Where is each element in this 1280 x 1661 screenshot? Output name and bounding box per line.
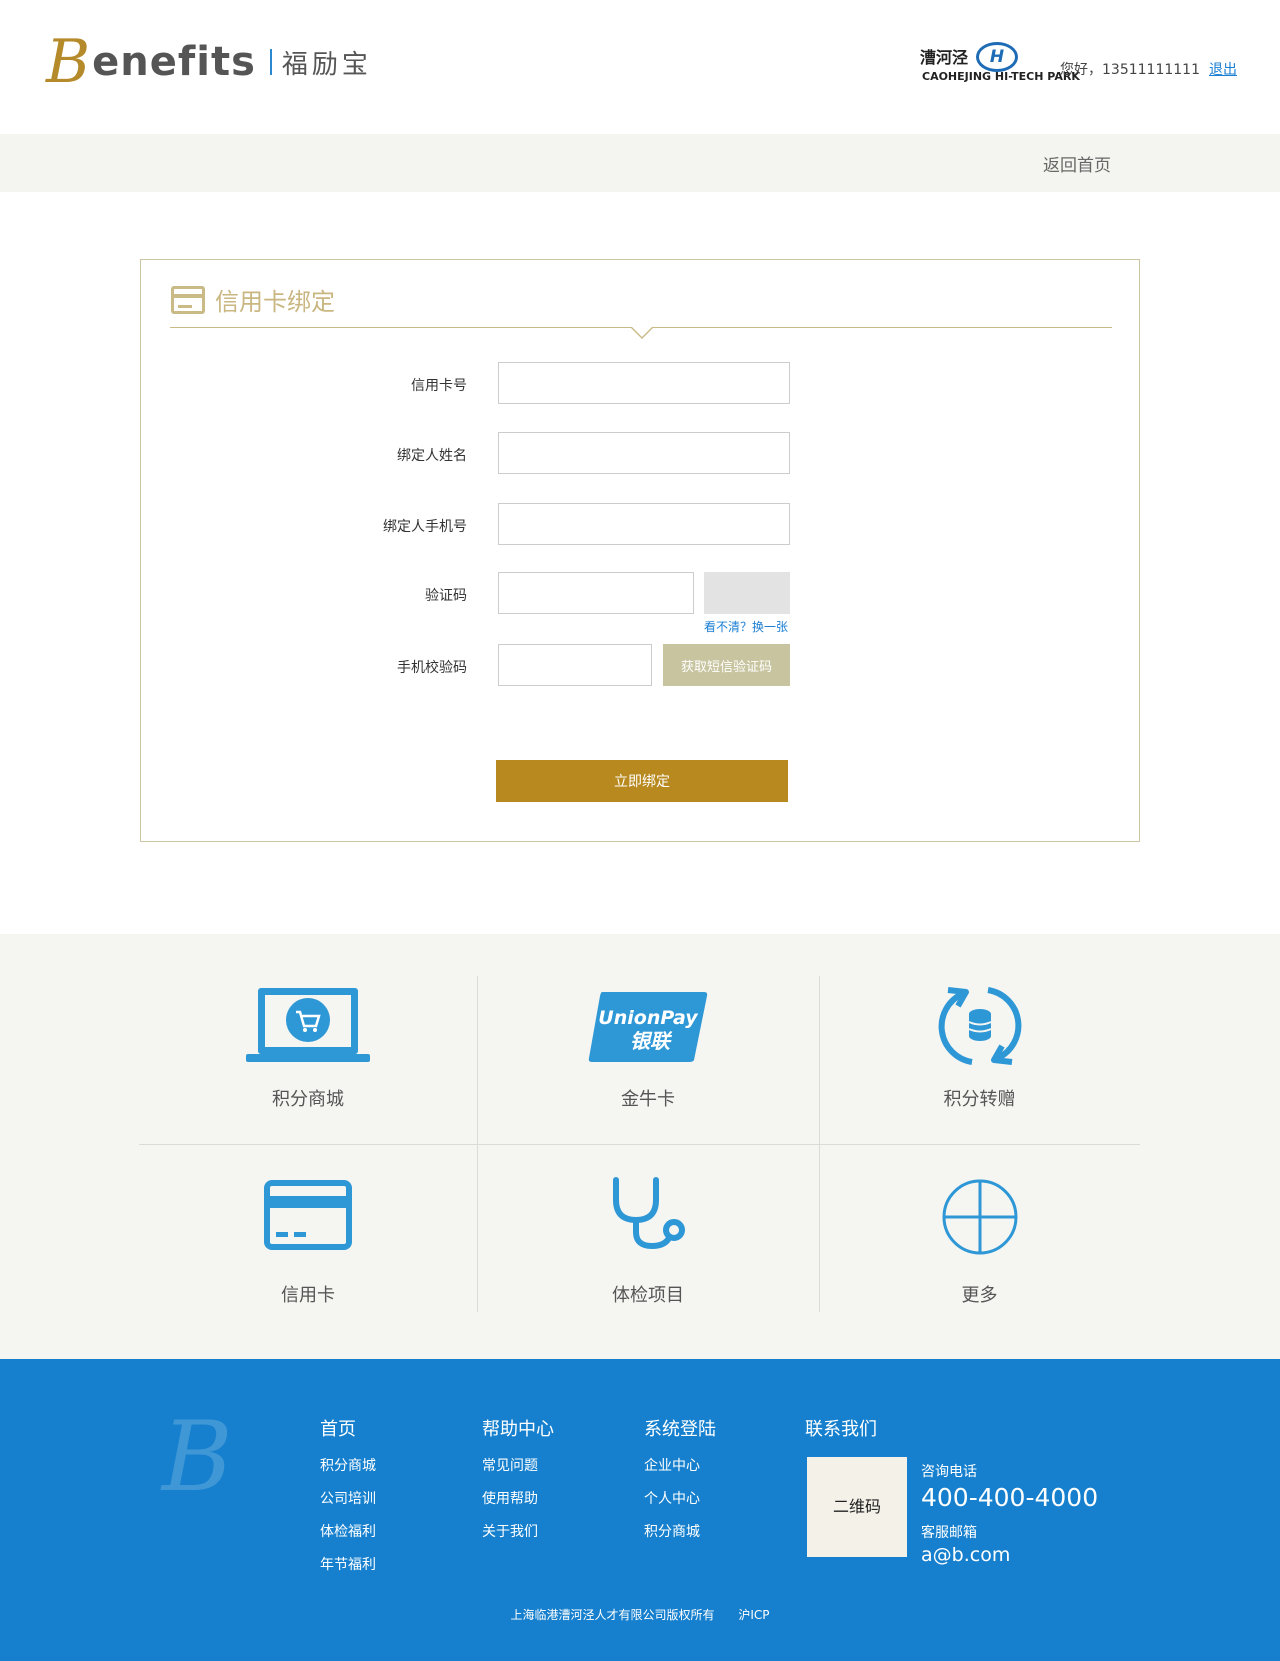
service-label: 积分转赠 (943, 1089, 1016, 1110)
sms-code-label: 手机校验码 (397, 660, 467, 676)
footer-column-home: 首页 积分商城 公司培训 体检福利 年节福利 (320, 1415, 376, 1587)
footer-column-login: 系统登陆 企业中心 个人中心 积分商城 (644, 1415, 716, 1554)
footer-column-title[interactable]: 帮助中心 (482, 1415, 554, 1441)
footer-link[interactable]: 年节福利 (320, 1554, 376, 1574)
logo-divider (269, 49, 272, 75)
footer-link[interactable]: 企业中心 (644, 1455, 716, 1475)
captcha-label: 验证码 (425, 588, 467, 604)
qr-code: 二维码 (807, 1457, 907, 1557)
footer-column-title[interactable]: 系统登陆 (644, 1415, 716, 1441)
email-label: 客服邮箱 (921, 1525, 977, 1541)
email-address: a@b.com (921, 1544, 1011, 1566)
footer-link[interactable]: 关于我们 (482, 1521, 554, 1541)
user-greeting: 您好，13511111111 (1060, 62, 1200, 78)
services-grid: 积分商城 UnionPay 银联 金牛卡 积分转赠 信用卡 体检项目 更多 (139, 976, 1140, 1312)
service-more[interactable]: 更多 (819, 1144, 1140, 1312)
get-sms-code-button[interactable]: 获取短信验证码 (663, 644, 790, 686)
service-credit-card[interactable]: 信用卡 (139, 1144, 477, 1312)
captcha-input[interactable] (498, 572, 694, 614)
captcha-refresh-link[interactable]: 看不清？换一张 (704, 618, 788, 635)
sms-code-input[interactable] (498, 644, 652, 686)
back-home-link[interactable]: 返回首页 (1043, 151, 1111, 176)
footer-column-title[interactable]: 联系我们 (805, 1415, 877, 1441)
site-header: B enefits 福励宝 漕河泾 H CAOHEJING HI-TECH PA… (0, 0, 1280, 134)
laptop-cart-icon (246, 988, 370, 1062)
footer-link[interactable]: 公司培训 (320, 1488, 376, 1508)
unionpay-icon: UnionPay 银联 (588, 992, 708, 1062)
credit-card-icon (264, 1180, 352, 1250)
service-health-check[interactable]: 体检项目 (477, 1144, 819, 1312)
logo-wordmark: enefits (92, 39, 256, 85)
service-label: 体检项目 (612, 1285, 684, 1306)
service-label: 更多 (961, 1285, 998, 1306)
footer-link[interactable]: 积分商城 (644, 1521, 716, 1541)
copyright-bar: 上海临港漕河泾人才有限公司版权所有 沪ICP (0, 1606, 1280, 1623)
panel-title: 信用卡绑定 (215, 288, 335, 316)
plus-circle-icon (942, 1179, 1017, 1255)
cardholder-phone-input[interactable] (498, 503, 790, 545)
service-points-mall[interactable]: 积分商城 (139, 976, 477, 1144)
logo-chinese-name: 福励宝 (281, 49, 372, 80)
service-label: 信用卡 (281, 1285, 335, 1306)
copyright-text: 上海临港漕河泾人才有限公司版权所有 (510, 1608, 715, 1622)
cardholder-phone-label: 绑定人手机号 (383, 519, 467, 535)
unionpay-text: UnionPay (598, 1007, 699, 1029)
footer-link[interactable]: 个人中心 (644, 1488, 716, 1508)
credit-card-icon (171, 285, 205, 314)
park-h-emblem-icon: H (976, 42, 1018, 72)
park-logo-english: CAOHEJING HI-TECH PARK (922, 70, 1080, 83)
footer-link[interactable]: 使用帮助 (482, 1488, 554, 1508)
phone-label: 咨询电话 (921, 1464, 977, 1480)
coins-transfer-icon (938, 987, 1021, 1065)
phone-number: 400-400-4000 (921, 1483, 1099, 1512)
footer-column-contact: 联系我们 (805, 1415, 877, 1455)
captcha-image[interactable] (704, 572, 790, 614)
sub-navigation-bar: 返回首页 (0, 134, 1280, 192)
card-number-input[interactable] (498, 362, 790, 404)
stethoscope-icon (613, 1177, 685, 1250)
panel-divider-notch (630, 326, 654, 339)
service-label: 金牛卡 (621, 1089, 675, 1110)
footer-link[interactable]: 体检福利 (320, 1521, 376, 1541)
footer-link[interactable]: 常见问题 (482, 1455, 554, 1475)
logo-b-mark: B (46, 27, 91, 97)
footer-logo-mark: B (162, 1401, 233, 1513)
site-footer: B 首页 积分商城 公司培训 体检福利 年节福利 帮助中心 常见问题 使用帮助 … (0, 1359, 1280, 1661)
benefits-logo[interactable]: B enefits 福励宝 (46, 27, 372, 97)
cardholder-name-label: 绑定人姓名 (397, 448, 467, 464)
credit-card-binding-panel: 信用卡绑定 信用卡号 绑定人姓名 绑定人手机号 验证码 看不清？换一张 手机校验… (140, 259, 1140, 842)
footer-column-help: 帮助中心 常见问题 使用帮助 关于我们 (482, 1415, 554, 1554)
cardholder-name-input[interactable] (498, 432, 790, 474)
footer-link[interactable]: 积分商城 (320, 1455, 376, 1475)
park-logo-chinese: 漕河泾 (920, 48, 969, 67)
footer-column-title[interactable]: 首页 (320, 1415, 376, 1441)
panel-header: 信用卡绑定 (171, 282, 335, 317)
card-number-label: 信用卡号 (411, 378, 467, 394)
park-logo: 漕河泾 H CAOHEJING HI-TECH PARK (920, 42, 1080, 86)
logout-link[interactable]: 退出 (1209, 59, 1237, 79)
service-golden-bull-card[interactable]: UnionPay 银联 金牛卡 (477, 976, 819, 1144)
icp-text: 沪ICP (738, 1608, 770, 1622)
services-section: 积分商城 UnionPay 银联 金牛卡 积分转赠 信用卡 体检项目 更多 (0, 934, 1280, 1359)
service-points-transfer[interactable]: 积分转赠 (819, 976, 1140, 1144)
unionpay-chinese-text: 银联 (630, 1029, 673, 1053)
contact-info: 咨询电话 400-400-4000 客服邮箱 a@b.com (921, 1461, 1098, 1566)
bind-now-button[interactable]: 立即绑定 (496, 760, 788, 802)
service-label: 积分商城 (272, 1089, 344, 1110)
